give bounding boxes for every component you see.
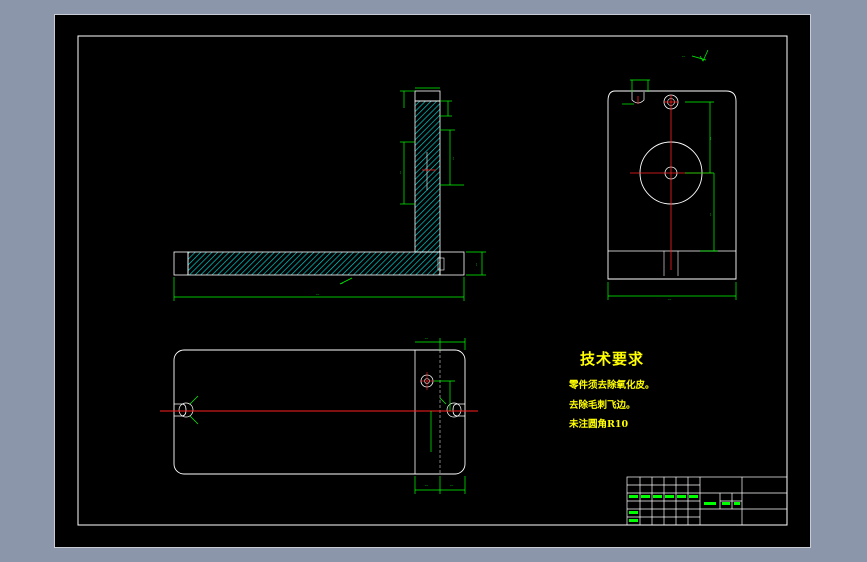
svg-text:--: -- bbox=[682, 54, 685, 59]
svg-text:--: -- bbox=[708, 137, 713, 140]
title-block-marks bbox=[629, 495, 740, 522]
top-view-outline bbox=[173, 349, 466, 475]
svg-text:--: -- bbox=[425, 483, 428, 488]
title-block bbox=[626, 476, 788, 526]
svg-text:--: -- bbox=[398, 171, 403, 174]
base-right-lip bbox=[439, 251, 465, 276]
tech-requirement-line: 去除毛刺飞边。 bbox=[569, 400, 636, 411]
svg-text:--: -- bbox=[668, 297, 671, 302]
drawing-canvas: -- -- -- -- -- -- -- -- -- -- -- -- bbox=[77, 35, 788, 526]
svg-text:--: -- bbox=[450, 483, 453, 488]
tech-requirement-line: 未注圆角R10 bbox=[569, 419, 629, 430]
top-view: -- -- -- bbox=[160, 336, 478, 494]
front-view: -- -- -- -- -- bbox=[173, 87, 486, 301]
tech-requirements-title: 技术要求 bbox=[580, 350, 645, 368]
svg-text:--: -- bbox=[474, 263, 479, 266]
svg-text:--: -- bbox=[340, 281, 343, 286]
svg-text:--: -- bbox=[708, 213, 713, 216]
svg-text:--: -- bbox=[451, 157, 456, 160]
tech-requirement-line: 零件须去除氧化皮。 bbox=[569, 380, 655, 391]
svg-text:--: -- bbox=[316, 292, 319, 297]
upright-hatch bbox=[414, 100, 441, 253]
svg-text:--: -- bbox=[425, 336, 428, 341]
base-left-lip bbox=[173, 251, 189, 276]
base-plate-hatch bbox=[187, 251, 441, 276]
side-view: -- -- -- -- bbox=[607, 49, 737, 302]
upright-top bbox=[414, 90, 441, 102]
